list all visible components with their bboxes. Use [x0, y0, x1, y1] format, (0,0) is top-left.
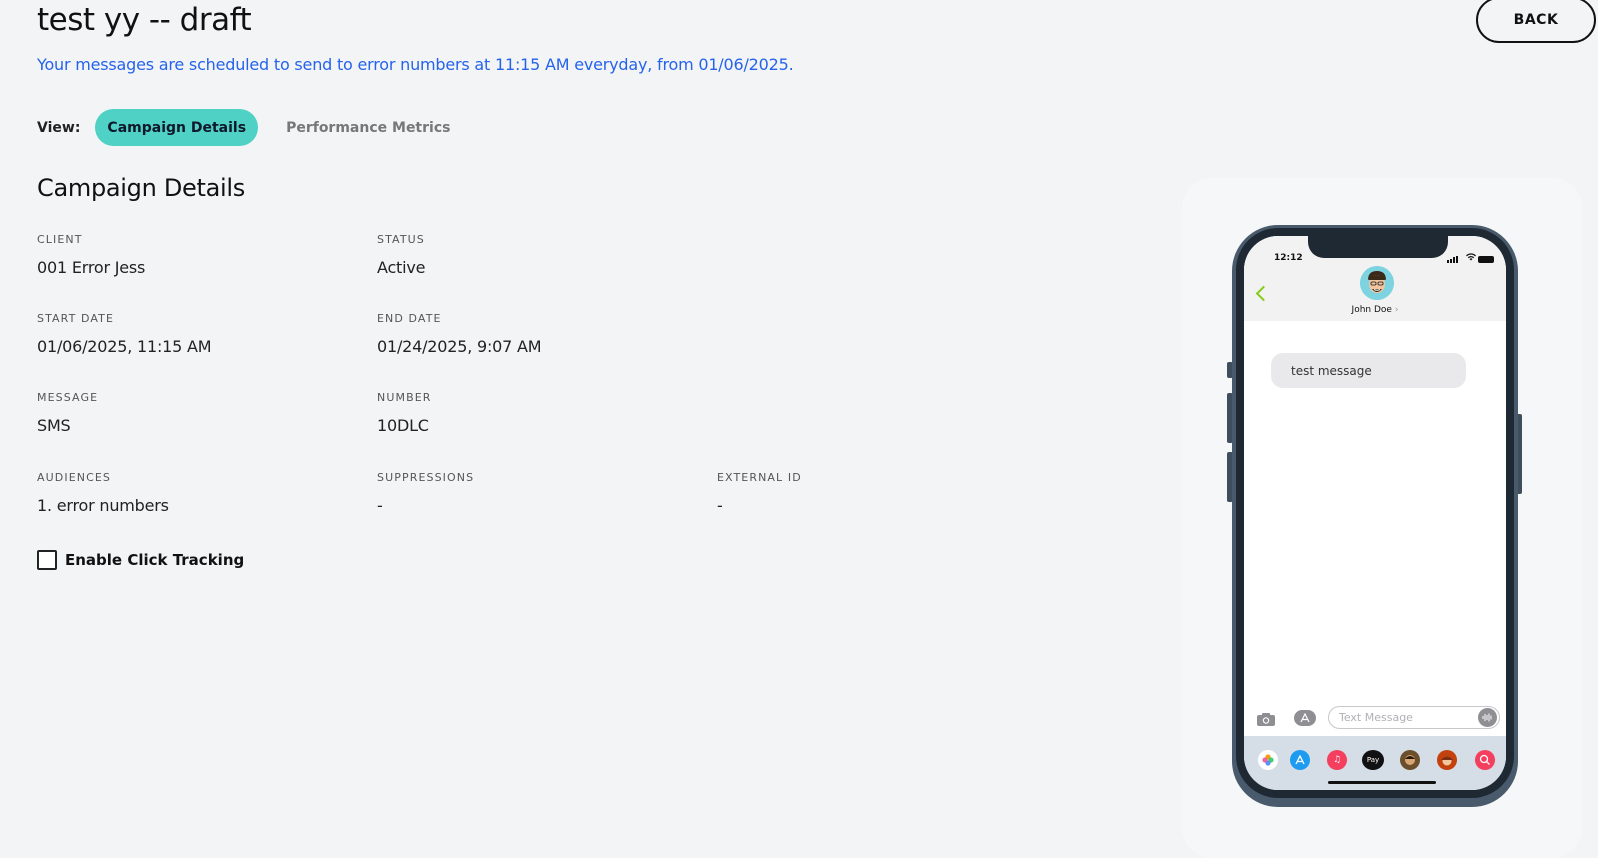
back-button[interactable]: BACK — [1476, 0, 1596, 43]
number-field: NUMBER 10DLC — [377, 391, 432, 435]
tab-campaign-details[interactable]: Campaign Details — [95, 109, 259, 146]
click-tracking-row[interactable]: Enable Click Tracking — [37, 550, 244, 570]
phone-mockup: 12:12 John Doe › test message Text Messa… — [1232, 225, 1518, 807]
chevron-right-icon: › — [1394, 305, 1399, 315]
click-tracking-label[interactable]: Enable Click Tracking — [65, 551, 244, 569]
end-date-label: END DATE — [377, 312, 442, 325]
status-field: STATUS Active — [377, 233, 425, 277]
app-drawer: ♫ Pay — [1244, 736, 1506, 790]
phone-screen: 12:12 John Doe › test message Text Messa… — [1244, 236, 1506, 790]
number-value: 10DLC — [377, 416, 429, 435]
view-switcher: View: Campaign Details Performance Metri… — [37, 109, 478, 146]
schedule-notice: Your messages are scheduled to send to e… — [37, 55, 794, 74]
audio-waveform-icon[interactable] — [1478, 708, 1497, 727]
apple-pay-icon[interactable]: Pay — [1362, 750, 1384, 770]
suppressions-value: - — [377, 496, 383, 515]
contact-name[interactable]: John Doe › — [1244, 305, 1506, 315]
status-label: STATUS — [377, 233, 425, 246]
message-label: MESSAGE — [37, 391, 99, 404]
music-icon[interactable]: ♫ — [1327, 750, 1347, 770]
message-bubble: test message — [1271, 353, 1466, 388]
wifi-icon — [1466, 253, 1476, 264]
search-globe-icon[interactable] — [1475, 750, 1495, 770]
audiences-field: AUDIENCES 1. error numbers — [37, 471, 169, 515]
phone-notch — [1308, 236, 1448, 258]
memoji-icon[interactable] — [1437, 750, 1457, 770]
external-id-field: EXTERNAL ID - — [717, 471, 802, 515]
external-id-value: - — [717, 496, 723, 515]
number-label: NUMBER — [377, 391, 432, 404]
phone-bezel: 12:12 John Doe › test message Text Messa… — [1236, 228, 1514, 798]
section-title: Campaign Details — [37, 174, 245, 202]
end-date-field: END DATE 01/24/2025, 9:07 AM — [377, 312, 542, 356]
suppressions-field: SUPPRESSIONS - — [377, 471, 474, 515]
client-field: CLIENT 001 Error Jess — [37, 233, 145, 277]
start-date-value: 01/06/2025, 11:15 AM — [37, 337, 212, 356]
view-label: View: — [37, 119, 81, 136]
client-label: CLIENT — [37, 233, 83, 246]
camera-icon[interactable] — [1256, 712, 1276, 731]
app-store-icon[interactable] — [1290, 750, 1310, 770]
home-indicator — [1328, 781, 1436, 784]
avatar — [1360, 266, 1394, 300]
client-value: 001 Error Jess — [37, 258, 146, 277]
start-date-field: START DATE 01/06/2025, 11:15 AM — [37, 312, 212, 356]
battery-icon — [1478, 256, 1494, 263]
audiences-value: 1. error numbers — [37, 496, 169, 515]
status-time: 12:12 — [1274, 253, 1303, 263]
status-value: Active — [377, 258, 426, 277]
message-value: SMS — [37, 416, 71, 435]
external-id-label: EXTERNAL ID — [717, 471, 802, 484]
end-date-value: 01/24/2025, 9:07 AM — [377, 337, 542, 356]
photos-icon[interactable] — [1258, 750, 1278, 770]
app-store-icon[interactable] — [1294, 710, 1316, 726]
message-input[interactable]: Text Message — [1328, 706, 1500, 729]
suppressions-label: SUPPRESSIONS — [377, 471, 475, 484]
audiences-label: AUDIENCES — [37, 471, 111, 484]
message-field: MESSAGE SMS — [37, 391, 98, 435]
page-title: test yy -- draft — [37, 2, 252, 38]
click-tracking-checkbox[interactable] — [37, 550, 57, 570]
memoji-icon[interactable] — [1400, 750, 1420, 770]
tab-performance-metrics[interactable]: Performance Metrics — [274, 109, 462, 146]
contact-name-text: John Doe — [1351, 305, 1392, 315]
start-date-label: START DATE — [37, 312, 115, 325]
signal-icon — [1447, 256, 1458, 263]
